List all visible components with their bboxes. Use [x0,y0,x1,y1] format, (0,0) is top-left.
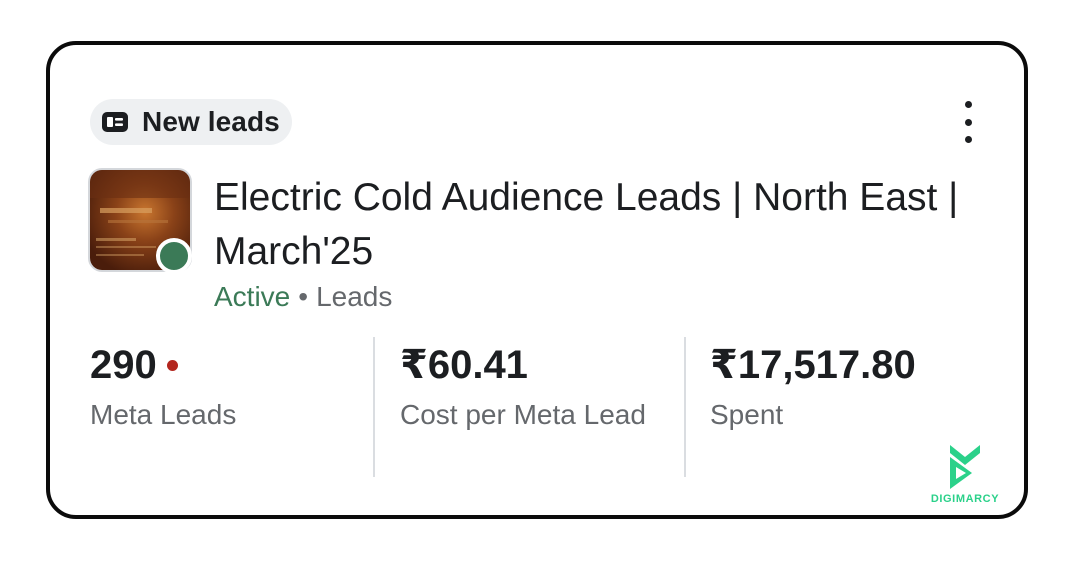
new-leads-label: New leads [142,106,280,137]
campaign-card[interactable]: New leads Electric Cold Audience Leads |… [46,41,1028,519]
metric-value: 290 [90,343,157,387]
digimarcy-logo-icon [950,445,980,489]
status-text: Active [214,281,291,312]
objective-text: Leads [316,281,393,312]
metric-meta-leads[interactable]: 290 Meta Leads [90,341,370,436]
new-leads-badge: New leads [90,99,292,145]
more-options-button[interactable] [953,101,983,143]
metric-value: ₹17,517.80 [710,343,916,387]
campaign-meta: Active • Leads [214,279,392,315]
ad-thumbnail[interactable] [88,168,192,274]
metric-divider [373,337,375,477]
metric-cost-per-lead[interactable]: ₹60.41 Cost per Meta Lead [400,341,670,436]
digimarcy-wordmark: DIGIMARCY [930,493,1000,505]
active-status-dot [156,238,192,274]
more-vertical-icon [964,101,972,108]
metric-label: Cost per Meta Lead [400,399,646,430]
metric-divider [684,337,686,477]
meta-separator: • [298,281,309,312]
metric-spent[interactable]: ₹17,517.80 Spent [710,341,990,436]
digimarcy-watermark: DIGIMARCY [920,443,1010,505]
lead-form-icon [102,112,128,132]
metric-value: ₹60.41 [400,343,528,387]
alert-dot-icon [166,359,178,371]
campaign-title[interactable]: Electric Cold Audience Leads | North Eas… [214,171,974,279]
metric-label: Spent [710,399,784,430]
metric-label: Meta Leads [90,399,237,430]
